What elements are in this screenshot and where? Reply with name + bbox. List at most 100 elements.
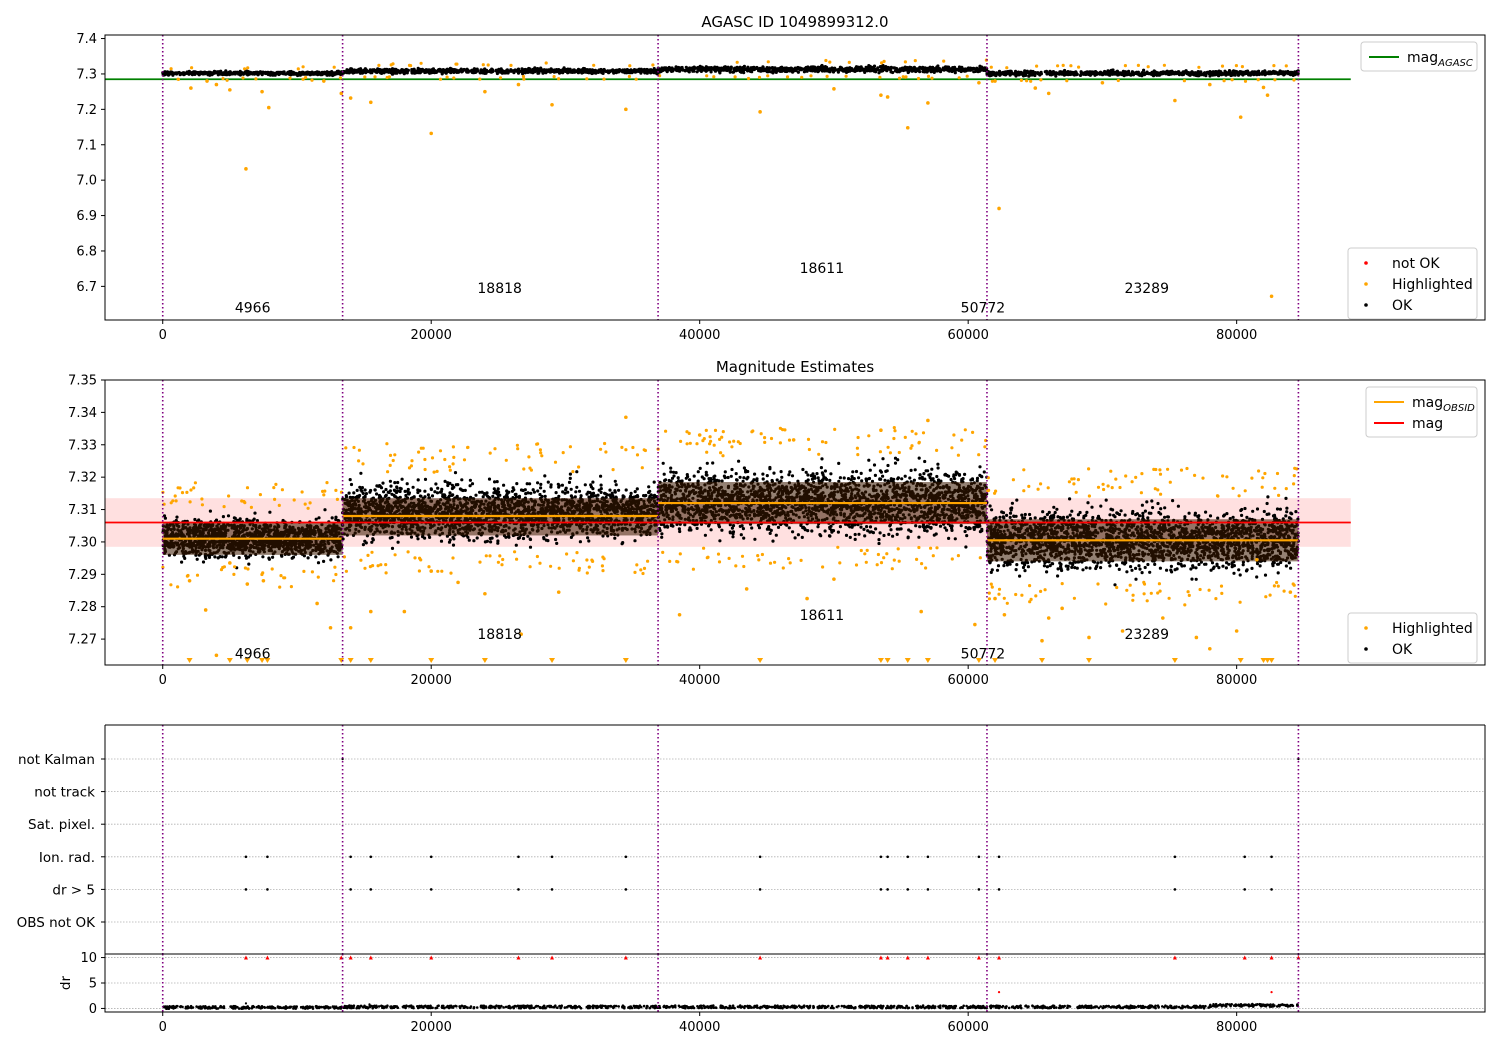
highlighted-point	[977, 80, 981, 85]
ion-rad-flag-point	[1270, 855, 1273, 859]
ion-rad-flag-point	[926, 855, 930, 859]
top-ytick-label: 7.1	[76, 138, 97, 153]
highlighted-point	[905, 125, 910, 130]
dr-extra-point	[997, 991, 1001, 994]
highlighted-point	[315, 601, 319, 606]
agasc-magnitude-plot: 4966 18818 18611 50772 23289 0 20000 40000 60000…	[76, 32, 1486, 343]
highlighted-point	[402, 609, 407, 614]
mid-ytick-label: 7.31	[68, 503, 97, 518]
dr-gt5-flag-point	[926, 888, 930, 891]
obsid-label: 4966	[235, 301, 271, 317]
dr-gt5-flag-point	[879, 888, 883, 891]
highlighted-point	[791, 438, 796, 442]
ion-rad-flag-point	[906, 855, 910, 859]
dr-gt5-flag-point	[906, 888, 910, 891]
dr-gt5-flag-point	[550, 888, 554, 891]
highlighted-point	[1100, 80, 1105, 85]
ion-rad-flag-point	[886, 855, 889, 859]
highlighted-point	[456, 580, 460, 585]
dr-ylabel: dr	[58, 975, 74, 990]
dr-gt5-flag-point	[1243, 888, 1247, 891]
ion-rad-flag-point	[624, 855, 628, 859]
highlighted-point	[1033, 86, 1038, 90]
top-xtick-label: 80000	[1216, 328, 1257, 343]
highlighted-point	[1173, 98, 1177, 103]
ion-rad-flag-point	[758, 855, 762, 859]
mid-xtick-label: 0	[159, 673, 167, 688]
highlighted-point	[1208, 82, 1212, 87]
highlighted-point	[328, 625, 333, 630]
top-xtick-label: 0	[159, 328, 167, 343]
dr-gt5-flag-point	[624, 888, 628, 891]
highlighted-point	[805, 596, 809, 601]
ok-points	[161, 69, 344, 78]
flag-row-label: Ion. rad.	[39, 850, 95, 866]
dr-ytick-label: 10	[80, 951, 97, 966]
ion-rad-flag-point	[429, 855, 433, 859]
obsid-label: 23289	[1124, 627, 1169, 643]
highlighted-point	[973, 622, 977, 627]
mid-lower-legend-label: Highlighted	[1392, 621, 1473, 637]
dr-plot: 0 20000 40000 60000 80000 0 5 10 dr	[58, 951, 1486, 1035]
top-ytick-label: 7.2	[76, 103, 97, 118]
highlighted-point	[245, 582, 250, 586]
obsid-label: 50772	[961, 301, 1006, 317]
top-ytick-label: 6.7	[76, 280, 97, 295]
obsid-label: 23289	[1124, 281, 1169, 297]
dr-extra-point	[368, 1003, 371, 1006]
dr-gt5-flag-point	[1270, 888, 1273, 891]
highlighted-point	[483, 89, 487, 94]
highlighted-point	[429, 131, 434, 136]
highlighted-point	[1087, 635, 1091, 640]
highlighted-point	[885, 95, 890, 99]
highlighted-point	[677, 613, 682, 617]
highlighted-point	[1288, 590, 1293, 594]
highlighted-point	[348, 625, 353, 630]
mid-ytick-label: 7.35	[68, 374, 97, 389]
dr-ytick-label: 5	[89, 977, 97, 992]
dr-gt5-flag-point	[369, 888, 373, 891]
highlighted-point	[624, 415, 628, 420]
dr-gt5-flag-point	[349, 888, 352, 891]
flag-row-label: not Kalman	[18, 752, 95, 768]
ion-rad-flag-point	[369, 855, 373, 859]
highlighted-point	[187, 578, 192, 583]
top-bg	[105, 35, 1485, 320]
highlighted-point	[832, 87, 836, 91]
dr-xtick-label: 40000	[679, 1020, 720, 1035]
highlighted-point	[203, 608, 208, 612]
dr-xtick-label: 80000	[1216, 1020, 1257, 1035]
flag-row-label: OBS not OK	[17, 915, 97, 931]
highlighted-point	[556, 590, 561, 594]
highlighted-point	[1161, 616, 1165, 620]
dr-extra-point	[244, 1002, 248, 1005]
top-xtick-label: 40000	[679, 328, 720, 343]
highlighted-point	[368, 609, 373, 614]
highlighted-point	[266, 105, 271, 110]
highlighted-point	[214, 653, 219, 658]
obsid-label: 18611	[800, 261, 845, 277]
mid-xtick-label: 80000	[1216, 673, 1257, 688]
ion-rad-flag-point	[997, 855, 1001, 859]
top-lower-legend-swatch	[1364, 303, 1368, 307]
top-lower-legend-label: Highlighted	[1392, 277, 1473, 293]
dr-gt5-flag-point	[266, 888, 269, 891]
highlighted-point	[1261, 85, 1266, 90]
highlighted-point	[261, 578, 266, 583]
highlighted-point	[550, 102, 554, 107]
mid-lower-legend-swatch	[1364, 626, 1368, 630]
figure-canvas: 4966 18818 18611 50772 23289 0 20000 40000 60000…	[17, 13, 1486, 1035]
highlighted-point	[260, 89, 264, 94]
highlighted-point	[429, 569, 434, 573]
mid-xtick-label: 60000	[947, 673, 988, 688]
highlighted-point	[228, 561, 232, 565]
highlighted-point	[1060, 606, 1064, 611]
dr-gt5-flag-point	[244, 888, 248, 891]
highlighted-point	[1269, 294, 1274, 299]
highlighted-point	[744, 587, 749, 591]
mid-lower-legend-label: OK	[1392, 642, 1413, 658]
ion-rad-flag-point	[266, 855, 269, 859]
dr-xtick-label: 60000	[947, 1020, 988, 1035]
mid-ytick-label: 7.28	[68, 600, 97, 615]
top-xtick-label: 60000	[947, 328, 988, 343]
